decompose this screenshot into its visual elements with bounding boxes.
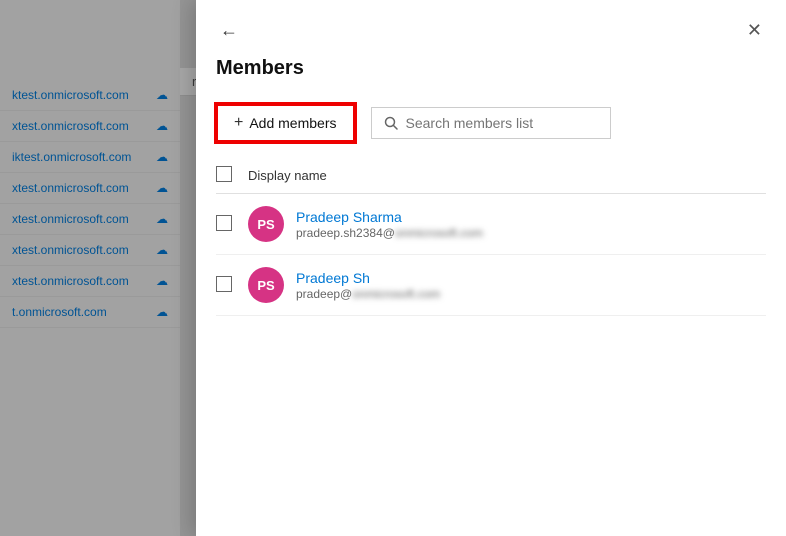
members-table: Display name PS Pradeep Sharma pradeep.s…: [196, 158, 786, 536]
search-icon: [384, 116, 398, 130]
member-email: pradeep@onmicrosoft.com: [296, 287, 766, 301]
member-checkbox[interactable]: [216, 215, 232, 231]
modal-navigation: ←: [216, 16, 242, 45]
back-button[interactable]: ←: [216, 16, 242, 45]
add-members-label: Add members: [249, 115, 336, 131]
table-header: Display name: [216, 158, 766, 194]
search-input[interactable]: [406, 115, 598, 131]
member-checkbox[interactable]: [216, 276, 232, 292]
add-members-button[interactable]: + Add members: [216, 104, 355, 142]
member-email-blur: onmicrosoft.com: [395, 226, 483, 240]
avatar: PS: [248, 267, 284, 303]
close-button[interactable]: ✕: [743, 16, 766, 45]
avatar-initials: PS: [257, 217, 274, 232]
member-info: Pradeep Sharma pradeep.sh2384@onmicrosof…: [296, 209, 766, 240]
modal-header: ← ✕: [196, 0, 786, 53]
member-email: pradeep.sh2384@onmicrosoft.com: [296, 226, 766, 240]
avatar-initials: PS: [257, 278, 274, 293]
plus-icon: +: [234, 114, 243, 132]
column-header-display-name: Display name: [248, 168, 766, 183]
panel-title: Members: [196, 53, 786, 96]
select-all-checkbox[interactable]: [216, 166, 232, 182]
table-row: PS Pradeep Sharma pradeep.sh2384@onmicro…: [216, 194, 766, 255]
back-arrow-icon: ←: [220, 20, 238, 41]
table-row: PS Pradeep Sh pradeep@onmicrosoft.com: [216, 255, 766, 316]
member-name: Pradeep Sharma: [296, 209, 766, 225]
member-name: Pradeep Sh: [296, 270, 766, 286]
member-info: Pradeep Sh pradeep@onmicrosoft.com: [296, 270, 766, 301]
members-panel: ← ✕ Members + Add members Display name: [196, 0, 786, 536]
avatar: PS: [248, 206, 284, 242]
close-icon: ✕: [747, 20, 762, 41]
member-email-blur: onmicrosoft.com: [352, 287, 440, 301]
toolbar: + Add members: [196, 96, 786, 158]
search-box: [371, 107, 611, 139]
